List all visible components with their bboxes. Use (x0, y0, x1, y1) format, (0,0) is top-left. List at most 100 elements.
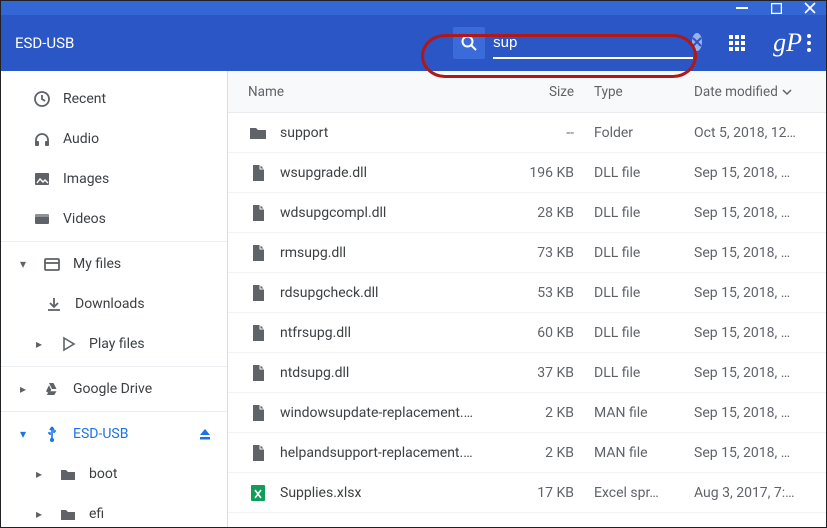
toggle-view-button[interactable] (723, 29, 751, 57)
file-row[interactable]: support--FolderOct 5, 2018, 12… (228, 113, 826, 153)
file-date: Sep 15, 2018, … (686, 365, 826, 381)
usb-icon (41, 425, 63, 443)
eject-icon (197, 426, 213, 442)
folder-icon (248, 124, 266, 142)
sidebar-item-esdusb[interactable]: ▾ ESD-USB (1, 414, 227, 454)
file-row[interactable]: ntdsupg.dll37 KBDLL fileSep 15, 2018, … (228, 353, 826, 393)
sidebar-item-label: Audio (63, 131, 99, 147)
column-date[interactable]: Date modified (686, 84, 826, 100)
clear-search-button[interactable] (692, 33, 702, 51)
sidebar-item-label: Videos (63, 211, 106, 227)
file-size: 60 KB (506, 325, 586, 341)
file-icon (248, 444, 266, 462)
search-bar (453, 25, 693, 61)
sidebar-item-myfiles[interactable]: ▾ My files (1, 244, 227, 284)
files-app-window: ESD-USB gP (0, 0, 827, 528)
download-icon (43, 295, 65, 313)
file-size: 17 KB (506, 485, 586, 501)
file-date: Aug 3, 2017, 7:… (686, 485, 826, 501)
file-icon (248, 284, 266, 302)
file-row[interactable]: windowsupdate-replacement.…2 KBMAN fileS… (228, 393, 826, 433)
search-button[interactable] (453, 27, 485, 59)
sidebar-item-videos[interactable]: Videos (1, 199, 227, 239)
more-options-button[interactable] (806, 33, 812, 53)
file-row[interactable]: Supplies.xlsx 17 KBExcel spr…Aug 3, 2017,… (228, 473, 826, 513)
file-icon (248, 324, 266, 342)
location-title: ESD-USB (15, 34, 74, 52)
file-name: Supplies.xlsx (280, 485, 361, 501)
close-icon (692, 37, 702, 47)
sidebar-item-label: ESD-USB (73, 426, 128, 442)
video-icon (31, 210, 53, 228)
chevron-down-icon: ▾ (15, 257, 31, 271)
maximize-button[interactable] (770, 2, 782, 14)
column-name[interactable]: Name (228, 84, 506, 100)
sidebar-item-images[interactable]: Images (1, 159, 227, 199)
clock-icon (31, 90, 53, 108)
sidebar-item-audio[interactable]: Audio (1, 119, 227, 159)
file-name: rdsupgcheck.dll (280, 285, 378, 301)
minimize-button[interactable] (736, 2, 748, 14)
sidebar-item-gdrive[interactable]: ▸ Google Drive (1, 369, 227, 409)
sidebar-item-downloads[interactable]: Downloads (1, 284, 227, 324)
search-input[interactable] (493, 34, 692, 51)
sidebar-item-label: My files (73, 256, 121, 272)
sidebar-item-label: Play files (89, 336, 145, 352)
spreadsheet-icon (248, 484, 266, 502)
file-name: ntfrsupg.dll (280, 325, 351, 341)
file-type: Excel spr… (586, 485, 686, 501)
file-name: windowsupdate-replacement.… (280, 405, 473, 421)
file-name: rmsupg.dll (280, 245, 346, 261)
file-type: MAN file (586, 445, 686, 461)
file-size: 37 KB (506, 365, 586, 381)
eject-button[interactable] (197, 426, 213, 442)
sidebar-item-playfiles[interactable]: ▸ Play files (1, 324, 227, 364)
column-type[interactable]: Type (586, 84, 686, 100)
file-row[interactable]: wsupgrade.dll196 KBDLL fileSep 15, 2018,… (228, 153, 826, 193)
sort-desc-icon (782, 87, 792, 97)
file-size: 2 KB (506, 445, 586, 461)
file-type: DLL file (586, 245, 686, 261)
sidebar-item-label: efi (89, 506, 104, 522)
close-button[interactable] (804, 2, 816, 14)
file-date: Sep 15, 2018, … (686, 245, 826, 261)
column-size[interactable]: Size (506, 84, 586, 100)
file-size: 196 KB (506, 165, 586, 181)
sidebar-item-label: Recent (63, 91, 106, 107)
file-rows: support--FolderOct 5, 2018, 12…wsupgrade… (228, 113, 826, 527)
file-row[interactable]: ntfrsupg.dll60 KBDLL fileSep 15, 2018, … (228, 313, 826, 353)
file-type: DLL file (586, 285, 686, 301)
file-date: Sep 15, 2018, … (686, 165, 826, 181)
chevron-down-icon: ▾ (15, 427, 31, 441)
sidebar-item-recent[interactable]: Recent (1, 79, 227, 119)
file-size: -- (506, 125, 586, 141)
sidebar-item-boot[interactable]: ▸ boot (1, 454, 227, 494)
file-name: helpandsupport-replacement.… (280, 445, 473, 461)
file-date: Oct 5, 2018, 12… (686, 125, 826, 141)
app-header: ESD-USB gP (1, 15, 826, 71)
sidebar-item-label: boot (89, 466, 117, 482)
grid-icon (728, 34, 746, 52)
file-row[interactable]: rdsupgcheck.dll53 KBDLL fileSep 15, 2018… (228, 273, 826, 313)
file-icon (248, 164, 266, 182)
file-size: 2 KB (506, 405, 586, 421)
chevron-right-icon: ▸ (31, 467, 47, 481)
brand-logo: gP (773, 28, 802, 58)
file-type: MAN file (586, 405, 686, 421)
sidebar-item-label: Google Drive (73, 381, 152, 397)
sidebar-item-efi[interactable]: ▸ efi (1, 494, 227, 527)
drive-icon (41, 380, 63, 398)
column-headers: Name Size Type Date modified (228, 71, 826, 113)
file-icon (248, 364, 266, 382)
file-size: 73 KB (506, 245, 586, 261)
image-icon (31, 170, 53, 188)
file-icon (248, 244, 266, 262)
file-row[interactable]: rmsupg.dll 73 KBDLL fileSep 15, 2018, … (228, 233, 826, 273)
headphones-icon (31, 130, 53, 148)
file-row[interactable]: helpandsupport-replacement.… 2 KBMAN file… (228, 433, 826, 473)
file-date: Sep 15, 2018, … (686, 325, 826, 341)
file-type: DLL file (586, 165, 686, 181)
file-row[interactable]: wdsupgcompl.dll28 KBDLL fileSep 15, 2018… (228, 193, 826, 233)
myfiles-icon (41, 255, 63, 273)
sidebar: Recent Audio Images Videos ▾ My files (1, 71, 228, 527)
